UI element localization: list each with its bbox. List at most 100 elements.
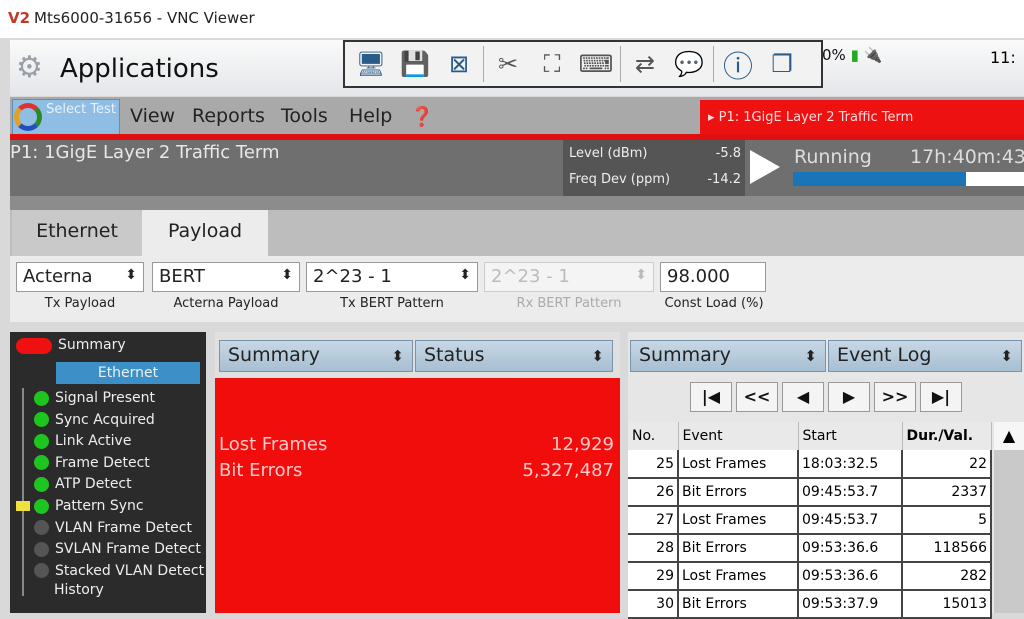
summary-led-icon xyxy=(16,338,52,354)
column-header-start[interactable]: Start xyxy=(798,422,903,450)
summary-dropdown[interactable]: Summary ⬍ xyxy=(219,340,413,372)
marker-icon xyxy=(16,501,30,511)
tree-item-label: Link Active xyxy=(55,433,132,450)
tx-bert-pattern-select[interactable]: 2^23 - 1 ⬍ xyxy=(306,262,478,292)
tree-history[interactable]: History xyxy=(54,582,104,598)
tree-item[interactable]: Link Active xyxy=(34,431,131,451)
table-row[interactable]: 27 Lost Frames 09:45:53.7 5 xyxy=(628,506,992,535)
table-row[interactable]: 28 Bit Errors 09:53:36.6 118566 xyxy=(628,534,992,563)
table-row[interactable]: 29 Lost Frames 09:53:36.6 282 xyxy=(628,562,992,591)
spinner-icon: ⬍ xyxy=(281,267,293,283)
table-cell: 30 xyxy=(628,590,679,619)
result-value: 5,327,487 xyxy=(522,460,614,481)
battery-icon: ▮ xyxy=(850,46,859,64)
table-row[interactable]: 30 Bit Errors 09:53:37.9 15013 xyxy=(628,590,992,619)
tree-item[interactable]: Stacked VLAN Detect xyxy=(34,561,204,581)
table-cell: 29 xyxy=(628,562,679,591)
table-cell: Bit Errors xyxy=(678,534,799,563)
chat-icon[interactable]: 💬 xyxy=(669,45,709,83)
column-header-no[interactable]: No. xyxy=(628,422,679,450)
table-cell: Bit Errors xyxy=(678,478,799,507)
status-led-icon xyxy=(34,563,49,579)
event-log-dropdown[interactable]: Event Log ⬍ xyxy=(828,340,1022,372)
summary-dropdown[interactable]: Summary ⬍ xyxy=(630,340,826,372)
column-header-duration[interactable]: Dur./Val. xyxy=(902,422,992,450)
spinner-icon: ⬍ xyxy=(391,347,404,365)
const-load-input[interactable]: 98.000 xyxy=(660,262,766,292)
tree-item-label: ATP Detect xyxy=(55,476,132,493)
tx-bert-pattern-label: Tx BERT Pattern xyxy=(340,296,444,311)
tab-payload[interactable]: Payload xyxy=(142,210,268,256)
plug-icon: 🔌 xyxy=(863,46,883,64)
status-led-icon xyxy=(34,498,49,514)
first-icon[interactable]: |◀ xyxy=(690,382,732,412)
table-row[interactable]: 26 Bit Errors 09:45:53.7 2337 xyxy=(628,478,992,507)
tree-ethernet[interactable]: Ethernet xyxy=(56,362,200,384)
close-monitor-icon[interactable]: ⊠ xyxy=(439,45,479,83)
tree-item-label: SVLAN Frame Detect xyxy=(55,541,201,558)
spinner-icon: ⬍ xyxy=(1000,347,1013,365)
menu-reports[interactable]: Reports xyxy=(192,105,265,127)
applications-title[interactable]: Applications xyxy=(60,54,219,84)
tree-item[interactable]: ATP Detect xyxy=(34,474,132,494)
table-cell: 09:53:37.9 xyxy=(798,590,903,619)
info-icon[interactable]: ⓘ xyxy=(718,45,758,85)
tree-item[interactable]: Pattern Sync xyxy=(16,496,144,516)
table-cell: Bit Errors xyxy=(678,590,799,619)
rewind-icon[interactable]: << xyxy=(736,382,778,412)
windows-icon[interactable]: ❐ xyxy=(762,45,802,83)
menu-view[interactable]: View xyxy=(130,105,175,127)
tree-item[interactable]: Signal Present xyxy=(34,388,155,408)
play-icon[interactable] xyxy=(750,150,780,184)
result-label: Lost Frames xyxy=(219,434,328,455)
previous-icon[interactable]: ◀ xyxy=(782,382,824,412)
monitor-icon[interactable]: 🖥 xyxy=(351,45,391,83)
battery-percent: 0% xyxy=(822,46,846,64)
scrollbar[interactable]: ▲ xyxy=(994,422,1024,613)
table-cell: 27 xyxy=(628,506,679,535)
menu-tools[interactable]: Tools xyxy=(281,105,328,127)
tab-ethernet[interactable]: Ethernet xyxy=(12,210,142,256)
column-header-event[interactable]: Event xyxy=(678,422,799,450)
tools-icon[interactable]: ✂ xyxy=(488,45,528,83)
acterna-payload-select[interactable]: BERT ⬍ xyxy=(152,262,300,292)
tree-item-label: Pattern Sync xyxy=(55,498,144,514)
status-dropdown[interactable]: Status ⬍ xyxy=(415,340,613,372)
tx-bert-pattern-value: 2^23 - 1 xyxy=(313,266,392,287)
last-icon[interactable]: ▶| xyxy=(920,382,962,412)
transfer-icon[interactable]: ⇄ xyxy=(625,45,665,83)
gear-icon[interactable]: ⚙ xyxy=(16,52,52,84)
active-test-tab[interactable]: ▸ P1: 1GigE Layer 2 Traffic Term xyxy=(700,100,1024,135)
spinner-icon: ⬍ xyxy=(125,267,137,283)
help-icon[interactable]: ❓ xyxy=(410,105,434,128)
tree-line xyxy=(22,388,24,596)
tree-item[interactable]: VLAN Frame Detect xyxy=(34,518,192,538)
freq-label: Freq Dev (ppm) xyxy=(569,172,671,187)
menu-help[interactable]: Help xyxy=(349,105,392,127)
divider xyxy=(10,196,1024,210)
tree-item[interactable]: Frame Detect xyxy=(34,453,150,473)
fullscreen-icon[interactable]: ⛶ xyxy=(532,45,572,83)
status-led-icon xyxy=(34,433,49,449)
dropdown-value: Summary xyxy=(228,344,320,366)
rx-bert-pattern-select: 2^23 - 1 ⬍ xyxy=(484,262,654,292)
status-tree: Summary Ethernet Signal Present Sync Acqu… xyxy=(10,332,206,613)
tree-item[interactable]: Sync Acquired xyxy=(34,410,155,430)
fast-forward-icon[interactable]: >> xyxy=(874,382,916,412)
table-row[interactable]: 25 Lost Frames 18:03:32.5 22 xyxy=(628,450,992,479)
status-led-icon xyxy=(34,390,49,406)
scroll-up-icon[interactable]: ▲ xyxy=(994,422,1024,450)
spinner-icon: ⬍ xyxy=(591,347,604,365)
level-label: Level (dBm) xyxy=(569,146,648,161)
next-icon[interactable]: ▶ xyxy=(828,382,870,412)
tree-item-label: Sync Acquired xyxy=(55,411,155,428)
keyboard-icon[interactable]: ⌨ xyxy=(576,45,616,83)
select-test-label: Select Test xyxy=(46,102,116,117)
table-cell: 26 xyxy=(628,478,679,507)
save-icon[interactable]: 💾 xyxy=(395,45,435,83)
tree-item[interactable]: SVLAN Frame Detect xyxy=(34,539,201,559)
dropdown-value: Summary xyxy=(639,344,731,366)
tree-summary[interactable]: Summary xyxy=(58,337,126,353)
tx-payload-select[interactable]: Acterna ⬍ xyxy=(16,262,144,292)
window-title: Mts6000-31656 - VNC Viewer xyxy=(34,9,255,27)
